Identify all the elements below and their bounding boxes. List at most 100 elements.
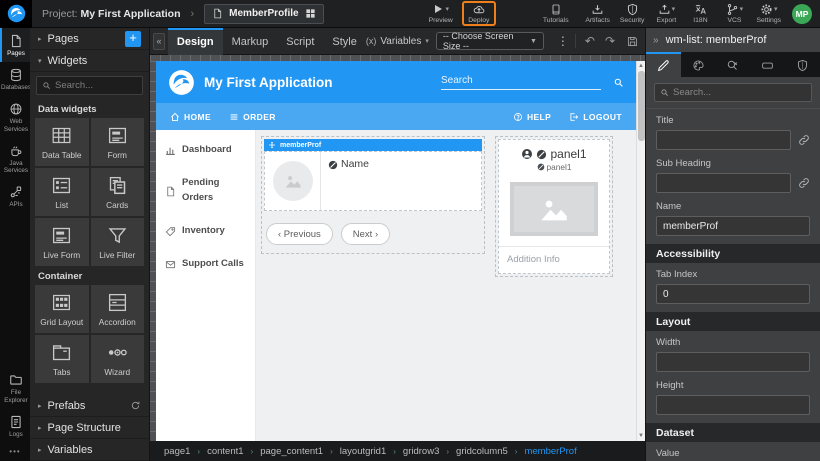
widget-tile-live-form[interactable]: Live Form [35,218,89,266]
panel-title[interactable]: panel1 [550,147,586,161]
vcs-button[interactable]: ▾ VCS [717,2,751,25]
screen-size-select[interactable]: -- Choose Screen Size -- ▼ [436,32,544,50]
app-search-field[interactable] [441,75,601,90]
bind-title-icon[interactable] [798,134,810,146]
breadcrumb-item[interactable]: gridrow3 [403,446,439,457]
widget-tile-form[interactable]: Form [91,118,145,166]
panel-widget[interactable]: panel1 panel1 Addition In [498,139,610,274]
tutorials-button[interactable]: Tutorials [538,2,574,25]
widgets-accordion-header[interactable]: ▾ Widgets [30,50,149,72]
sidebar-item-pending-orders[interactable]: Pending Orders [165,176,246,205]
panel-widget-column[interactable]: panel1 panel1 Addition In [495,136,613,277]
widget-tile-cards[interactable]: Cards [91,168,145,216]
caret-down-icon[interactable]: ▾ [740,5,744,13]
nav-home[interactable]: HOME [170,112,211,122]
settings-button[interactable]: ▾ Settings [751,2,786,25]
sidebar-item-dashboard[interactable]: Dashboard [165,143,246,157]
tab-events[interactable] [716,52,751,77]
prefabs-accordion-header[interactable]: ▸ Prefabs [30,395,149,417]
caret-down-icon[interactable]: ▾ [672,5,676,13]
rail-item-web-services[interactable]: Web Services [0,96,30,137]
rail-item-databases[interactable]: Databases [0,62,30,96]
nav-logout[interactable]: LOGOUT [569,112,622,122]
rail-item-file-explorer[interactable]: File Explorer [0,367,30,408]
panel-footer[interactable]: Addition Info [499,246,609,273]
export-button[interactable]: ▾ Export [649,2,683,25]
nav-help[interactable]: HELP [513,112,551,122]
panel-image-placeholder[interactable] [510,182,598,236]
i18n-button[interactable]: I18N [683,2,717,25]
artifacts-button[interactable]: Artifacts [580,2,615,25]
tab-design[interactable]: Design [168,28,223,55]
grid-icon[interactable] [305,8,316,19]
page-selector[interactable]: MemberProfile [204,4,323,24]
sidebar-item-support-calls[interactable]: Support Calls [165,257,246,271]
tab-markup[interactable]: Markup [223,28,278,55]
scroll-up-arrow[interactable]: ▲ [638,61,644,71]
widget-search[interactable] [36,76,143,95]
variables-accordion-header[interactable]: ▸ Variables [30,439,149,461]
pages-accordion-header[interactable]: ▸ Pages + [30,28,149,50]
page-structure-accordion-header[interactable]: ▸ Page Structure [30,417,149,439]
list-widget-header[interactable]: memberProf [264,139,482,151]
rail-item-java-services[interactable]: Java Services [0,138,30,179]
add-page-button[interactable]: + [125,31,141,47]
width-input[interactable] [656,352,810,372]
undo-button[interactable]: ↶ [580,34,600,48]
breadcrumb-item[interactable]: layoutgrid1 [340,446,386,457]
widget-tile-accordion[interactable]: Accordion [91,285,145,333]
next-page-button[interactable]: Next › [341,223,390,245]
breadcrumb-item-active[interactable]: memberProf [524,446,576,457]
list-item-image-placeholder[interactable] [273,161,313,201]
bind-subheading-icon[interactable] [798,177,810,189]
widget-tile-tabs[interactable]: Tabs [35,335,89,383]
title-input[interactable] [656,130,791,150]
breadcrumb-item[interactable]: gridcolumn5 [456,446,508,457]
tab-security[interactable] [785,52,820,77]
sidebar-item-inventory[interactable]: Inventory [165,224,246,238]
refresh-icon[interactable] [130,400,141,411]
variables-dropdown[interactable]: (x) Variables ▾ [366,36,429,47]
property-search-input[interactable] [673,87,806,98]
list-item-template[interactable]: Name [264,151,482,211]
previous-page-button[interactable]: ‹ Previous [266,223,333,245]
panel-subtitle[interactable]: panel1 [547,162,572,172]
rail-item-logs[interactable]: Logs [0,409,30,443]
caret-down-icon[interactable]: ▾ [445,5,449,13]
collapse-right-panel-button[interactable]: » [653,35,659,46]
name-input[interactable] [656,216,810,236]
scroll-down-arrow[interactable]: ▼ [638,431,644,441]
tab-device[interactable] [750,52,785,77]
widget-tile-live-filter[interactable]: Live Filter [91,218,145,266]
security-button[interactable]: Security [615,2,650,25]
rail-item-pages[interactable]: Pages [0,28,30,62]
widget-search-input[interactable] [55,80,137,91]
rail-more-button[interactable]: ••• [0,443,30,461]
tab-properties[interactable] [646,52,681,77]
deploy-button[interactable]: Deploy [462,1,496,26]
redo-button[interactable]: ↷ [600,34,620,48]
breadcrumb-item[interactable]: page1 [164,446,190,457]
tabindex-input[interactable] [656,284,810,304]
nav-order[interactable]: ORDER [229,112,276,122]
kebab-menu-icon[interactable]: ⋮ [551,34,576,48]
subheading-input[interactable] [656,173,791,193]
breadcrumb-item[interactable]: page_content1 [260,446,323,457]
scrollbar-thumb[interactable] [638,71,645,141]
list-item-name-field[interactable]: Name [341,158,369,170]
preview-button[interactable]: ▾ Preview [424,2,458,25]
property-search[interactable] [654,83,812,102]
collapse-left-panel-button[interactable]: « [153,33,165,50]
caret-down-icon[interactable]: ▾ [774,5,778,13]
widget-tile-data-table[interactable]: Data Table [35,118,89,166]
tab-script[interactable]: Script [277,28,323,55]
tab-style[interactable]: Style [323,28,365,55]
tab-styles[interactable] [681,52,716,77]
list-widget-column[interactable]: memberProf Name [261,136,485,254]
breadcrumb-item[interactable]: content1 [207,446,243,457]
widget-tile-wizard[interactable]: Wizard [91,335,145,383]
canvas-vertical-scrollbar[interactable]: ▲ ▼ [636,61,645,441]
save-button[interactable] [620,35,645,48]
search-icon[interactable] [613,77,624,88]
rail-item-apis[interactable]: APIs [0,179,30,213]
